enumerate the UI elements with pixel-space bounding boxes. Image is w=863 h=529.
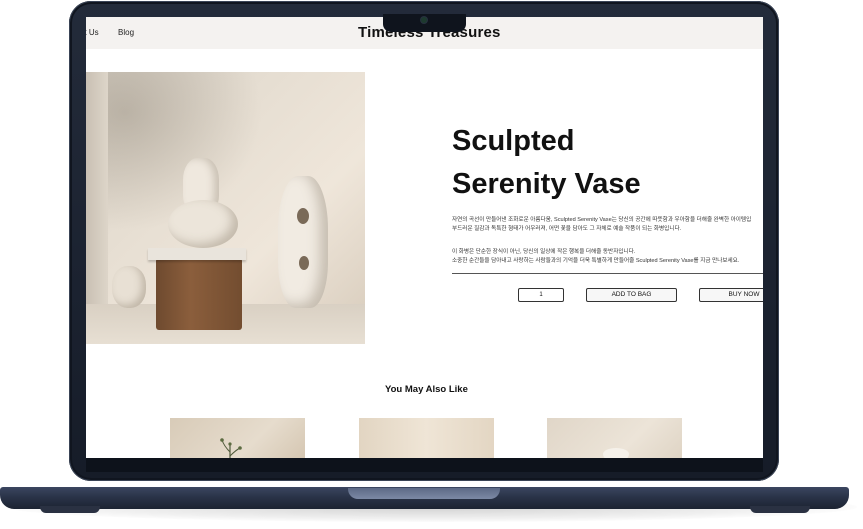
product-description-line: 자연의 곡선이 만들어낸 조화로운 아름다움, Sculpted Serenit… [452,217,752,223]
camera-icon [421,17,427,23]
camera-notch [383,14,466,32]
stone-slab [148,248,246,260]
product-description-line: 소중한 순간들을 담아내고 사랑하는 사람들과의 기억을 더욱 특별하게 만들어… [452,258,740,264]
laptop-foot-left [40,506,100,513]
laptop-screen: ut Us Blog Timeless Treasures Sculpted S… [86,17,763,458]
vase-opening-upper [297,208,309,224]
divider [452,273,763,274]
add-to-bag-button[interactable]: ADD TO BAG [586,288,677,302]
product-title-line1: Sculpted [452,125,575,157]
product-title: Sculpted Serenity Vase [452,120,672,206]
product-image [86,72,365,344]
small-vase [112,266,146,308]
recommendations-title: You May Also Like [385,384,468,395]
vase-body [168,200,238,248]
vase-opening-lower [299,256,309,270]
buy-now-button[interactable]: BUY NOW [699,288,763,302]
plant-icon [220,438,242,458]
recommendation-card[interactable] [170,418,305,458]
bowl [603,448,629,458]
quantity-input[interactable]: 1 [518,288,564,302]
nav-link-blog[interactable]: Blog [118,28,134,37]
recommendation-card[interactable] [359,418,494,458]
laptop-chin [86,458,763,472]
wood-stump [156,258,242,330]
product-description-line: 부드러운 질감과 독특한 형태가 어우러져, 어떤 꽃을 담아도 그 자체로 예… [452,226,682,232]
sculpted-vase [278,176,328,308]
recommendation-card[interactable] [547,418,682,458]
laptop-foot-right [750,506,810,513]
product-title-line2: Serenity Vase [452,168,641,200]
product-description-line: 이 화병은 단순한 장식이 아닌, 당신의 일상에 작은 행복을 더해줄 동반자… [452,249,636,255]
nav-link-about[interactable]: ut Us [86,28,99,37]
laptop-trackpad-lip [348,488,500,499]
